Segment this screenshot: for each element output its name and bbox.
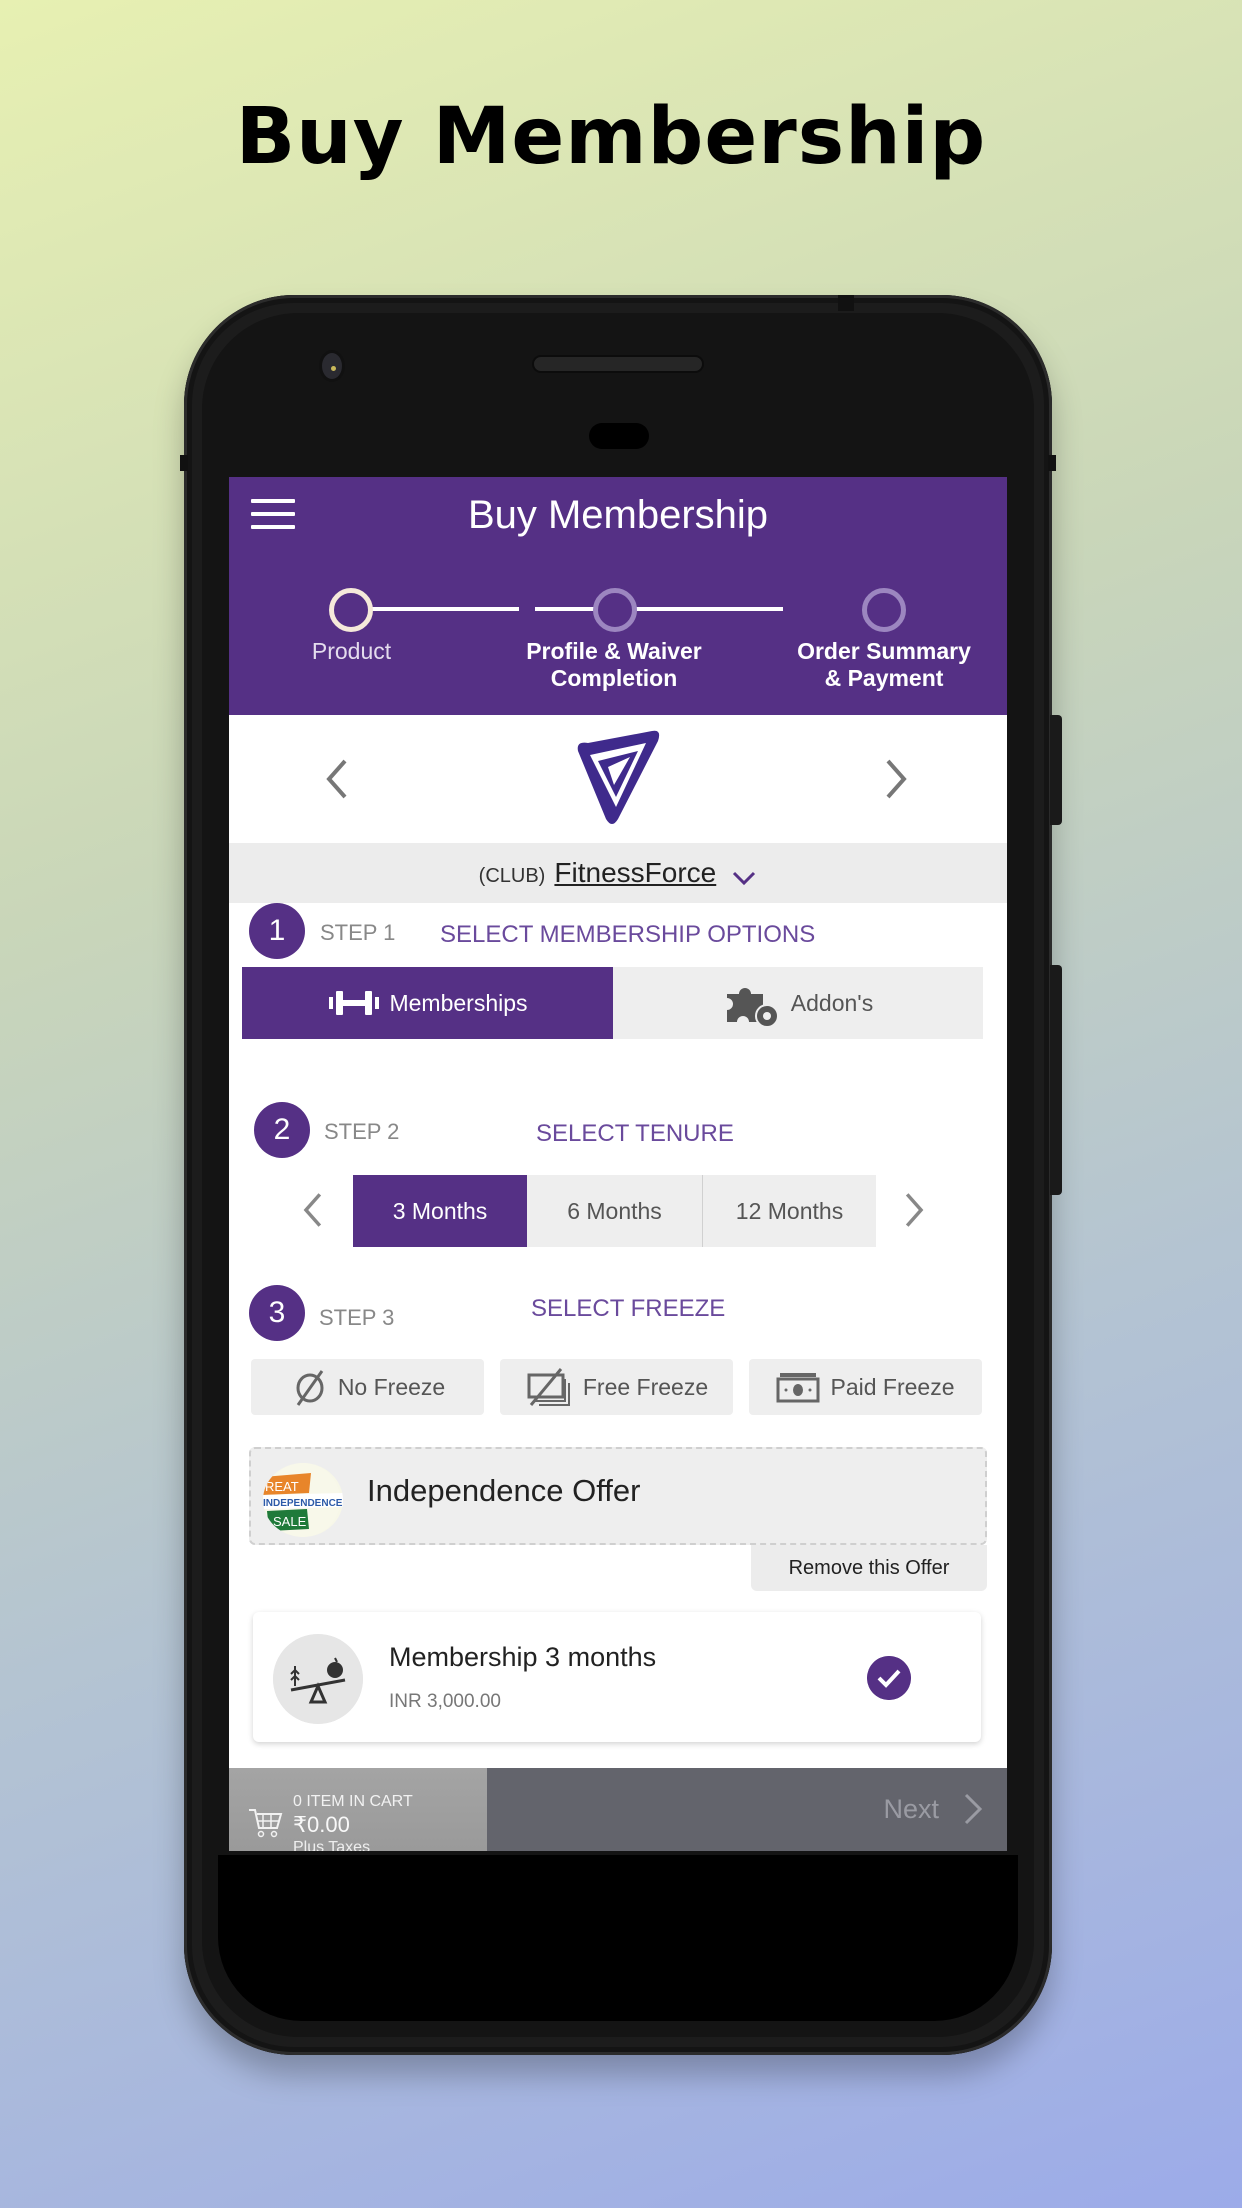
cash-icon: [776, 1373, 820, 1403]
freeze-option-paid[interactable]: Paid Freeze: [749, 1359, 982, 1415]
product-price: INR 3,000.00: [389, 1691, 501, 1712]
club-selector[interactable]: (CLUB) FitnessForce: [229, 843, 1007, 903]
stepper-node-product: [329, 588, 373, 632]
club-tag: (CLUB): [478, 865, 546, 887]
svg-text:REAT: REAT: [265, 1479, 299, 1494]
stepper-label-line: & Payment: [824, 665, 944, 691]
check-circle-icon[interactable]: [867, 1656, 911, 1700]
cart-summary[interactable]: 0 ITEM IN CART ₹0.00 Plus Taxes: [229, 1768, 487, 1851]
step2-section: 2 STEP 2 SELECT TENURE 3 Months 6 Months…: [229, 1102, 1007, 1252]
balance-scale-apple-icon: [273, 1634, 363, 1724]
stepper-label-line: Order Summary: [797, 638, 971, 664]
tenure-option[interactable]: 6 Months: [527, 1175, 703, 1247]
stepper-connector: [535, 607, 783, 611]
fitnessforce-logo-icon: [577, 730, 660, 824]
cart-total: ₹0.00: [293, 1812, 350, 1837]
power-button: [1050, 715, 1062, 825]
antenna-line: [180, 455, 188, 471]
next-label: Next: [883, 1794, 939, 1824]
antenna-line: [838, 295, 854, 311]
product-name: Membership 3 months: [389, 1642, 657, 1672]
tenure-option[interactable]: 12 Months: [703, 1175, 876, 1247]
step2-title: SELECT TENURE: [536, 1120, 734, 1147]
chevron-right-icon[interactable]: [882, 755, 912, 803]
volume-button: [1050, 965, 1062, 1195]
puzzle-gear-icon: [726, 988, 779, 1028]
independence-sale-badge-icon: REAT INDEPENDENCE SALE: [263, 1463, 343, 1537]
step2-badge: 2: [254, 1102, 310, 1158]
shopping-cart-icon: [249, 1809, 283, 1838]
option-label: Memberships: [389, 989, 528, 1016]
chevron-right-icon[interactable]: [902, 1189, 928, 1231]
chevron-left-icon[interactable]: [321, 755, 351, 803]
step1-title: SELECT MEMBERSHIP OPTIONS: [440, 921, 816, 948]
empty-set-icon: [296, 1370, 324, 1406]
step3-label: STEP 3: [319, 1305, 395, 1330]
checkout-bar: 0 ITEM IN CART ₹0.00 Plus Taxes Next: [229, 1768, 1007, 1851]
step1-badge: 1: [249, 903, 305, 959]
freeze-selector: No Freeze Free Freeze Paid Freeze: [251, 1359, 982, 1415]
step1-section: 1 STEP 1 SELECT MEMBERSHIP OPTIONS Membe…: [229, 903, 1007, 1063]
option-label: Paid Freeze: [830, 1373, 955, 1400]
membership-type-toggle: Memberships Addon's: [242, 967, 983, 1039]
stepper-label-profile: Profile & Waiver Completion: [489, 638, 739, 692]
promo-title: Buy Membership: [235, 92, 987, 182]
earpiece-speaker: [532, 355, 704, 373]
front-camera-icon: [319, 350, 345, 382]
chevron-left-icon[interactable]: [299, 1189, 325, 1231]
stepper-label-product: Product: [311, 638, 392, 664]
step2-label: STEP 2: [324, 1119, 400, 1144]
app-bar: Buy Membership Product Profile & Waiver …: [229, 477, 1007, 715]
proximity-sensor: [589, 423, 649, 449]
progress-stepper: Product Profile & Waiver Completion Orde…: [229, 582, 1007, 702]
app-screen: Buy Membership Product Profile & Waiver …: [229, 477, 1007, 1851]
chevron-right-icon: [964, 1793, 983, 1825]
stepper-label-payment: Order Summary & Payment: [759, 638, 1007, 692]
phone-chin: [218, 1855, 1018, 2021]
cart-item-count: 0 ITEM IN CART: [293, 1793, 413, 1810]
antenna-line: [1048, 455, 1056, 471]
tenure-selector: 3 Months 6 Months 12 Months: [353, 1175, 876, 1247]
cart-tax-note: Plus Taxes: [293, 1839, 371, 1851]
step3-title: SELECT FREEZE: [531, 1295, 726, 1322]
cash-crossed-icon: [527, 1368, 570, 1406]
freeze-option-none[interactable]: No Freeze: [251, 1359, 484, 1415]
stepper-node-profile: [593, 588, 637, 632]
option-label: Free Freeze: [582, 1373, 709, 1400]
step3-section: 3 STEP 3 SELECT FREEZE No Freeze Free Fr…: [229, 1285, 1007, 1425]
svg-text:SALE: SALE: [273, 1514, 307, 1529]
chevron-down-icon: [733, 871, 756, 885]
remove-offer-button[interactable]: Remove this Offer: [751, 1545, 987, 1591]
option-label: No Freeze: [337, 1373, 446, 1400]
option-memberships[interactable]: Memberships: [242, 967, 613, 1039]
product-card[interactable]: Membership 3 months INR 3,000.00: [253, 1612, 981, 1742]
offer-title: Independence Offer: [367, 1473, 641, 1508]
stepper-label-line: Completion: [550, 665, 678, 691]
dumbbell-icon: [329, 991, 380, 1015]
applied-offer-card: REAT INDEPENDENCE SALE Independence Offe…: [249, 1447, 987, 1545]
svg-text:INDEPENDENCE: INDEPENDENCE: [263, 1498, 343, 1509]
stepper-label-line: Profile & Waiver: [526, 638, 702, 664]
club-carousel: [229, 715, 1007, 843]
freeze-option-free[interactable]: Free Freeze: [500, 1359, 733, 1415]
stepper-node-payment: [862, 588, 906, 632]
stepper-connector: [351, 607, 519, 611]
step3-badge: 3: [249, 1285, 305, 1341]
page-title: Buy Membership: [467, 493, 769, 537]
step1-label: STEP 1: [320, 920, 396, 945]
club-name: FitnessForce: [554, 857, 717, 888]
option-addons[interactable]: Addon's: [613, 967, 983, 1039]
tenure-option[interactable]: 3 Months: [353, 1175, 527, 1247]
option-label: Addon's: [790, 989, 874, 1016]
next-button[interactable]: Next: [487, 1768, 1007, 1851]
